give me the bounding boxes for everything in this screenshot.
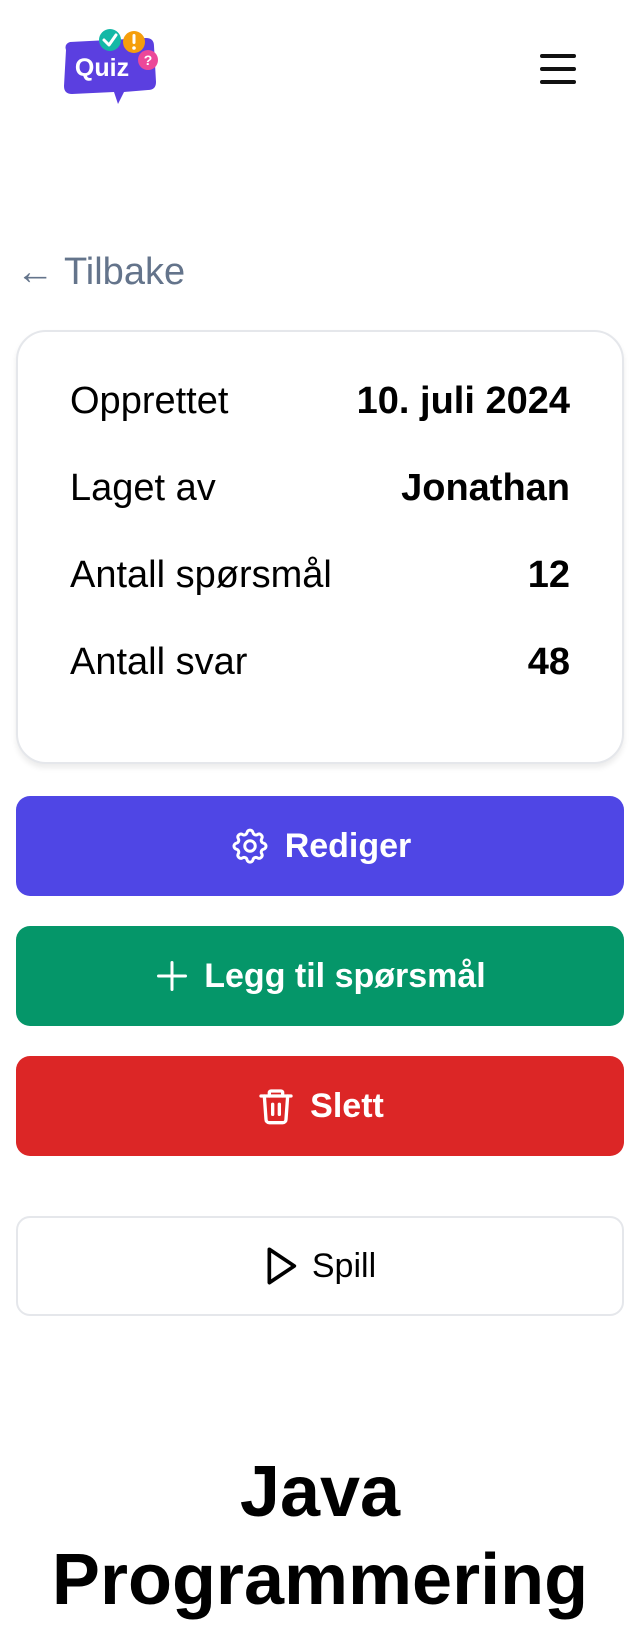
gear-icon — [232, 828, 268, 864]
plus-icon — [157, 961, 188, 991]
quiz-logo[interactable]: ? Quiz — [58, 28, 162, 108]
info-value: 12 — [527, 554, 570, 596]
back-link[interactable]: ← Tilbake — [16, 248, 185, 296]
add-question-button-label: Legg til spørsmål — [204, 956, 486, 995]
quiz-info-card: Opprettet 10. juli 2024 Laget av Jonatha… — [16, 330, 624, 764]
back-label: Tilbake — [64, 251, 186, 293]
info-value: 10. juli 2024 — [356, 380, 570, 422]
quiz-title: Java Programmering — [51, 1452, 589, 1620]
info-row-question-count: Antall spørsmål 12 — [70, 550, 570, 600]
edit-button[interactable]: Rediger — [16, 796, 624, 896]
back-arrow-icon: ← — [16, 251, 54, 293]
info-row-answer-count: Antall svar 48 — [70, 637, 570, 687]
info-label: Antall svar — [70, 641, 248, 683]
edit-button-label: Rediger — [284, 826, 412, 865]
delete-button[interactable]: Slett — [16, 1056, 624, 1156]
info-label: Laget av — [70, 467, 216, 509]
play-button-label: Spill — [311, 1246, 377, 1285]
info-row-created: Opprettet 10. juli 2024 — [70, 376, 570, 426]
info-value: 48 — [527, 641, 570, 683]
play-icon — [267, 1247, 297, 1285]
menu-icon[interactable] — [536, 50, 576, 88]
trash-icon — [259, 1089, 293, 1125]
info-value: Jonathan — [401, 467, 570, 509]
delete-button-label: Slett — [310, 1086, 384, 1125]
header: ? Quiz — [0, 0, 640, 140]
add-question-button[interactable]: Legg til spørsmål — [16, 926, 624, 1026]
logo-text: Quiz — [75, 54, 129, 82]
info-label: Antall spørsmål — [70, 554, 332, 596]
info-row-author: Laget av Jonathan — [70, 463, 570, 513]
info-label: Opprettet — [70, 380, 229, 422]
play-button[interactable]: Spill — [16, 1216, 624, 1316]
svg-text:?: ? — [144, 52, 153, 68]
